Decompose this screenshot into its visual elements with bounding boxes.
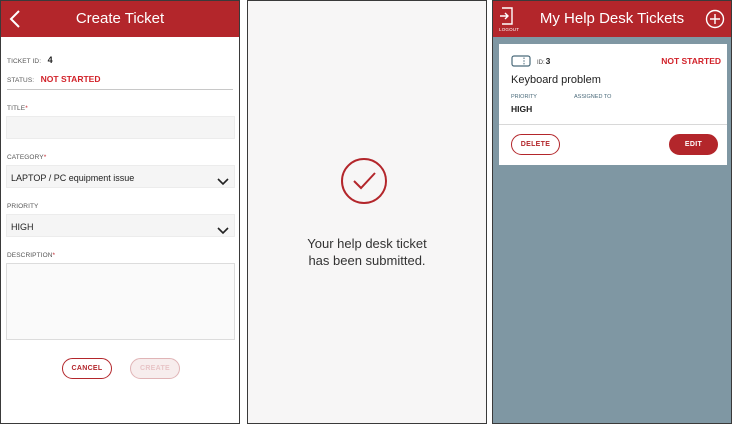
ticket-id-label: TICKET ID:: [7, 58, 42, 65]
status-badge: NOT STARTED: [661, 56, 721, 66]
status-value: NOT STARTED: [40, 74, 101, 84]
confirmation-message: Your help desk ticket has been submitted…: [248, 235, 486, 269]
ticket-title: Keyboard problem: [511, 74, 601, 86]
create-button[interactable]: CREATE: [130, 358, 180, 379]
ticket-id-label: ID:: [537, 60, 545, 66]
cancel-button[interactable]: CANCEL: [62, 358, 112, 379]
priority-select-value: HIGH: [11, 222, 34, 232]
description-label: DESCRIPTION*: [7, 252, 55, 259]
required-mark: *: [25, 105, 28, 112]
chevron-down-icon: [217, 222, 229, 235]
edit-button[interactable]: EDIT: [669, 134, 718, 155]
status-row: STATUS: NOT STARTED: [7, 69, 100, 87]
category-label: CATEGORY*: [7, 154, 46, 161]
title-input[interactable]: [6, 116, 235, 139]
ticket-id-value: 4: [47, 55, 53, 65]
add-circle-icon[interactable]: [705, 9, 725, 29]
title-label-text: TITLE: [7, 105, 26, 112]
description-textarea[interactable]: [6, 263, 235, 340]
priority-value: HIGH: [511, 104, 533, 114]
divider: [7, 89, 233, 90]
page-title: Create Ticket: [75, 10, 165, 27]
confirmation-screen: Your help desk ticket has been submitted…: [247, 0, 487, 424]
priority-label: PRIORITY: [511, 94, 537, 100]
ticket-card[interactable]: ID:3 NOT STARTED Keyboard problem PRIORI…: [499, 44, 727, 165]
description-label-text: DESCRIPTION: [7, 252, 53, 259]
priority-label: PRIORITY: [7, 203, 39, 210]
create-ticket-header: Create Ticket: [1, 1, 239, 37]
category-select[interactable]: LAPTOP / PC equipment issue: [6, 165, 235, 188]
create-ticket-screen: Create Ticket TICKET ID: 4 STATUS: NOT S…: [0, 0, 240, 424]
ticket-id-value: 3: [545, 56, 551, 66]
confirmation-line-2: has been submitted.: [308, 253, 426, 268]
ticket-id: ID:3: [537, 56, 550, 66]
category-select-value: LAPTOP / PC equipment issue: [11, 173, 135, 183]
category-label-text: CATEGORY: [7, 154, 44, 161]
chevron-down-icon: [217, 173, 229, 186]
status-label: STATUS:: [7, 77, 35, 84]
tickets-header: LOGOUT My Help Desk Tickets: [493, 1, 731, 37]
required-mark: *: [43, 154, 47, 161]
required-mark: *: [52, 252, 56, 259]
tickets-list-screen: LOGOUT My Help Desk Tickets ID:3 NOT STA…: [492, 0, 732, 424]
ticket-id-row: TICKET ID: 4: [7, 50, 53, 68]
checkmark-circle-icon: [340, 157, 388, 205]
logout-label: LOGOUT: [499, 27, 520, 32]
confirmation-line-1: Your help desk ticket: [307, 236, 427, 251]
priority-select[interactable]: HIGH: [6, 214, 235, 237]
page-title: My Help Desk Tickets: [539, 10, 685, 27]
assigned-to-label: ASSIGNED TO: [574, 94, 612, 100]
title-label: TITLE*: [7, 105, 28, 112]
card-divider: [499, 124, 727, 125]
ticket-icon: [511, 54, 531, 67]
delete-button[interactable]: DELETE: [511, 134, 560, 155]
